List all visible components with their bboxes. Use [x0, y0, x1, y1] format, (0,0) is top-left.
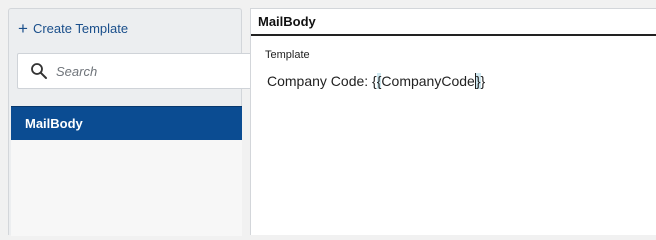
template-field-label: Template	[265, 49, 310, 61]
template-text-suffix: }	[480, 73, 486, 89]
list-item-label: MailBody	[25, 116, 83, 131]
template-list-empty-area	[11, 140, 242, 236]
create-template-button[interactable]: + Create Template	[18, 19, 128, 37]
create-template-label: Create Template	[32, 20, 129, 36]
search-placeholder: Search	[56, 63, 98, 79]
template-sidebar: + Create Template Search MailBody	[8, 8, 262, 236]
page-title: MailBody	[251, 9, 656, 36]
plus-icon: +	[18, 18, 28, 38]
search-input[interactable]: Search	[17, 53, 262, 89]
search-icon	[30, 62, 48, 80]
template-editor-panel: MailBody Template Company Code: {{Compan…	[250, 8, 656, 235]
template-text-prefix: Company Code: {	[267, 73, 377, 89]
template-variable: CompanyCode	[381, 73, 475, 89]
template-editor[interactable]: Company Code: {{CompanyCode}}	[267, 73, 485, 89]
list-item-mailbody[interactable]: MailBody	[11, 106, 242, 140]
